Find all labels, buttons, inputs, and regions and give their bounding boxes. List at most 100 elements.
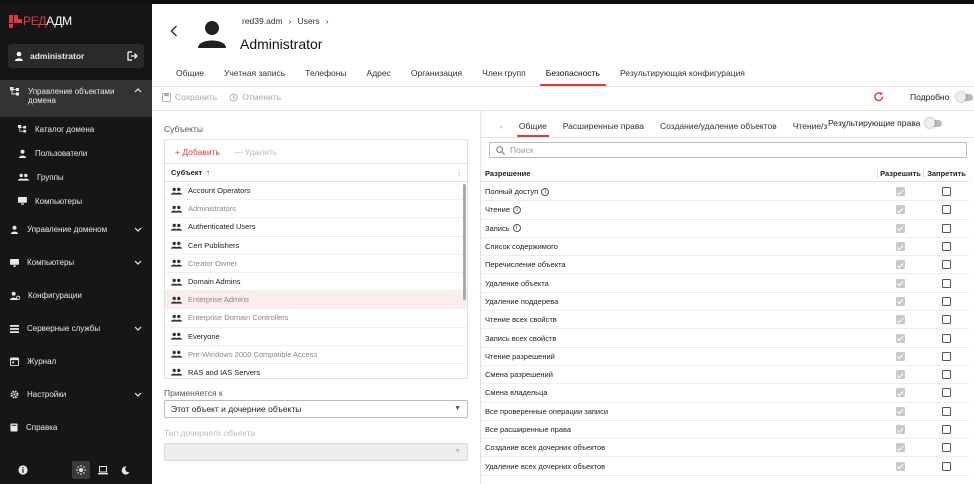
nav-server-services[interactable]: Серверные службы (0, 312, 152, 345)
deny-checkbox[interactable] (941, 296, 951, 306)
deny-checkbox[interactable] (941, 278, 951, 288)
cancel-button[interactable]: Отменить (229, 92, 281, 102)
nav-configurations[interactable]: Конфигурации (0, 279, 152, 312)
nav-help[interactable]: Справка (0, 411, 152, 444)
allow-checkbox[interactable] (895, 296, 905, 306)
nav-journal[interactable]: Журнал (0, 345, 152, 378)
deny-checkbox[interactable] (941, 351, 951, 361)
applies-to-select[interactable]: Этот объект и дочерние объекты ▼ (164, 400, 468, 418)
deny-checkbox[interactable] (941, 443, 951, 453)
breadcrumb-domain[interactable]: red39.adm (242, 16, 283, 26)
nav-computers[interactable]: Компьютеры (0, 246, 152, 279)
nav-sub-computers[interactable]: Компьютеры (0, 189, 152, 213)
info-icon[interactable]: i (513, 205, 522, 214)
ptab-general[interactable]: Общие (511, 115, 555, 137)
info-icon[interactable]: i (541, 187, 550, 196)
breadcrumb-users[interactable]: Users (297, 16, 319, 26)
logo-rest: АДМ (46, 14, 72, 28)
person-icon (18, 149, 27, 158)
nav-sub-users[interactable]: Пользователи (0, 141, 152, 165)
deny-checkbox[interactable] (941, 223, 951, 233)
save-button[interactable]: Сохранить (162, 92, 217, 102)
delete-subject-button[interactable]: — Удалить (234, 147, 277, 157)
subject-row[interactable]: Account Operators (165, 182, 467, 201)
nav-domain-objects[interactable]: Управление объектами домена (0, 80, 152, 117)
sort-up-icon: ↑ (206, 168, 210, 177)
sidebar-nav: Управление объектами домена Каталог доме… (0, 80, 152, 444)
nav-sub-groups[interactable]: Группы (0, 165, 152, 189)
column-menu-icon[interactable]: ⋮ (456, 168, 464, 177)
nav-settings[interactable]: Настройки (0, 378, 152, 411)
child-type-select[interactable]: ▼ (164, 443, 468, 461)
theme-dark-button[interactable] (116, 461, 134, 479)
subject-row[interactable]: Everyone (165, 328, 467, 346)
deny-checkbox[interactable] (941, 187, 951, 197)
nav-journal-label: Журнал (27, 357, 57, 366)
allow-checkbox[interactable] (895, 242, 905, 252)
tab-address[interactable]: Адрес (357, 64, 401, 86)
back-button[interactable] (170, 24, 178, 40)
deny-checkbox[interactable] (941, 425, 951, 435)
subject-row[interactable]: Cert Publishers (165, 237, 467, 255)
allow-checkbox[interactable] (895, 370, 905, 380)
allow-checkbox[interactable] (895, 223, 905, 233)
subject-row[interactable]: RAS and IAS Servers (165, 364, 467, 378)
subject-row[interactable]: Authenticated Users (165, 218, 467, 237)
refresh-icon[interactable] (874, 92, 884, 102)
deny-checkbox[interactable] (941, 370, 951, 380)
allow-checkbox[interactable] (895, 333, 905, 343)
tab-general[interactable]: Общие (166, 64, 214, 86)
deny-checkbox[interactable] (941, 315, 951, 325)
allow-checkbox[interactable] (895, 461, 905, 471)
subject-name: Administrators (188, 204, 236, 214)
subject-row[interactable]: Enterprise Domain Controllers (165, 309, 467, 328)
deny-checkbox[interactable] (941, 242, 951, 252)
ptab-create-delete[interactable]: Создание/удаление объектов (652, 115, 785, 137)
tab-member-of[interactable]: Член групп (472, 64, 536, 86)
detailed-toggle[interactable] (956, 91, 974, 102)
allow-checkbox[interactable] (895, 278, 905, 288)
nav-sub-catalog[interactable]: Каталог домена (0, 117, 152, 141)
tab-organization[interactable]: Организация (401, 64, 472, 86)
allow-checkbox[interactable] (895, 443, 905, 453)
permission-search[interactable]: Поиск (489, 142, 967, 158)
subject-name: Enterprise Domain Controllers (188, 313, 289, 323)
subject-row[interactable]: Administrators (165, 200, 467, 219)
allow-checkbox[interactable] (895, 406, 905, 416)
resulting-rights-toggle[interactable] (925, 117, 943, 128)
allow-checkbox[interactable] (895, 187, 905, 197)
tab-resulting-config[interactable]: Результирующая конфигурация (610, 64, 755, 86)
add-subject-button[interactable]: + Добавить (175, 147, 220, 157)
deny-checkbox[interactable] (941, 461, 951, 471)
logout-icon[interactable] (127, 51, 138, 61)
subject-row[interactable]: Enterprise Admins (165, 291, 467, 310)
allow-checkbox[interactable] (895, 425, 905, 435)
tabs-scroll-left-icon[interactable]: ‹ (492, 121, 511, 131)
deny-checkbox[interactable] (941, 260, 951, 270)
allow-checkbox[interactable] (895, 388, 905, 398)
allow-checkbox[interactable] (895, 260, 905, 270)
tab-security[interactable]: Безопасность (536, 64, 610, 86)
deny-checkbox[interactable] (941, 205, 951, 215)
subject-row[interactable]: Pre-Windows 2000 Compatible Access (165, 346, 467, 364)
tab-account[interactable]: Учетная запись (214, 64, 295, 86)
subjects-scrollbar[interactable] (463, 184, 466, 300)
theme-system-button[interactable] (94, 461, 112, 479)
subject-row[interactable]: Domain Admins (165, 273, 467, 292)
info-icon[interactable] (18, 465, 28, 475)
allow-checkbox[interactable] (895, 351, 905, 361)
info-icon[interactable]: i (512, 224, 521, 233)
ptab-extended-rights[interactable]: Расширенные права (555, 115, 652, 137)
tab-phones[interactable]: Телефоны (295, 64, 356, 86)
theme-light-button[interactable] (72, 461, 90, 479)
deny-checkbox[interactable] (941, 406, 951, 416)
applies-to-label: Применяется к (164, 388, 223, 398)
allow-checkbox[interactable] (895, 205, 905, 215)
allow-checkbox[interactable] (895, 315, 905, 325)
chevron-up-icon (134, 88, 142, 93)
subject-row[interactable]: Creator Owner (165, 255, 467, 273)
subjects-column-header[interactable]: Субъект ↑ ⋮ (165, 164, 467, 182)
deny-checkbox[interactable] (941, 388, 951, 398)
nav-domain-management[interactable]: Управление доменом (0, 213, 152, 246)
deny-checkbox[interactable] (941, 333, 951, 343)
